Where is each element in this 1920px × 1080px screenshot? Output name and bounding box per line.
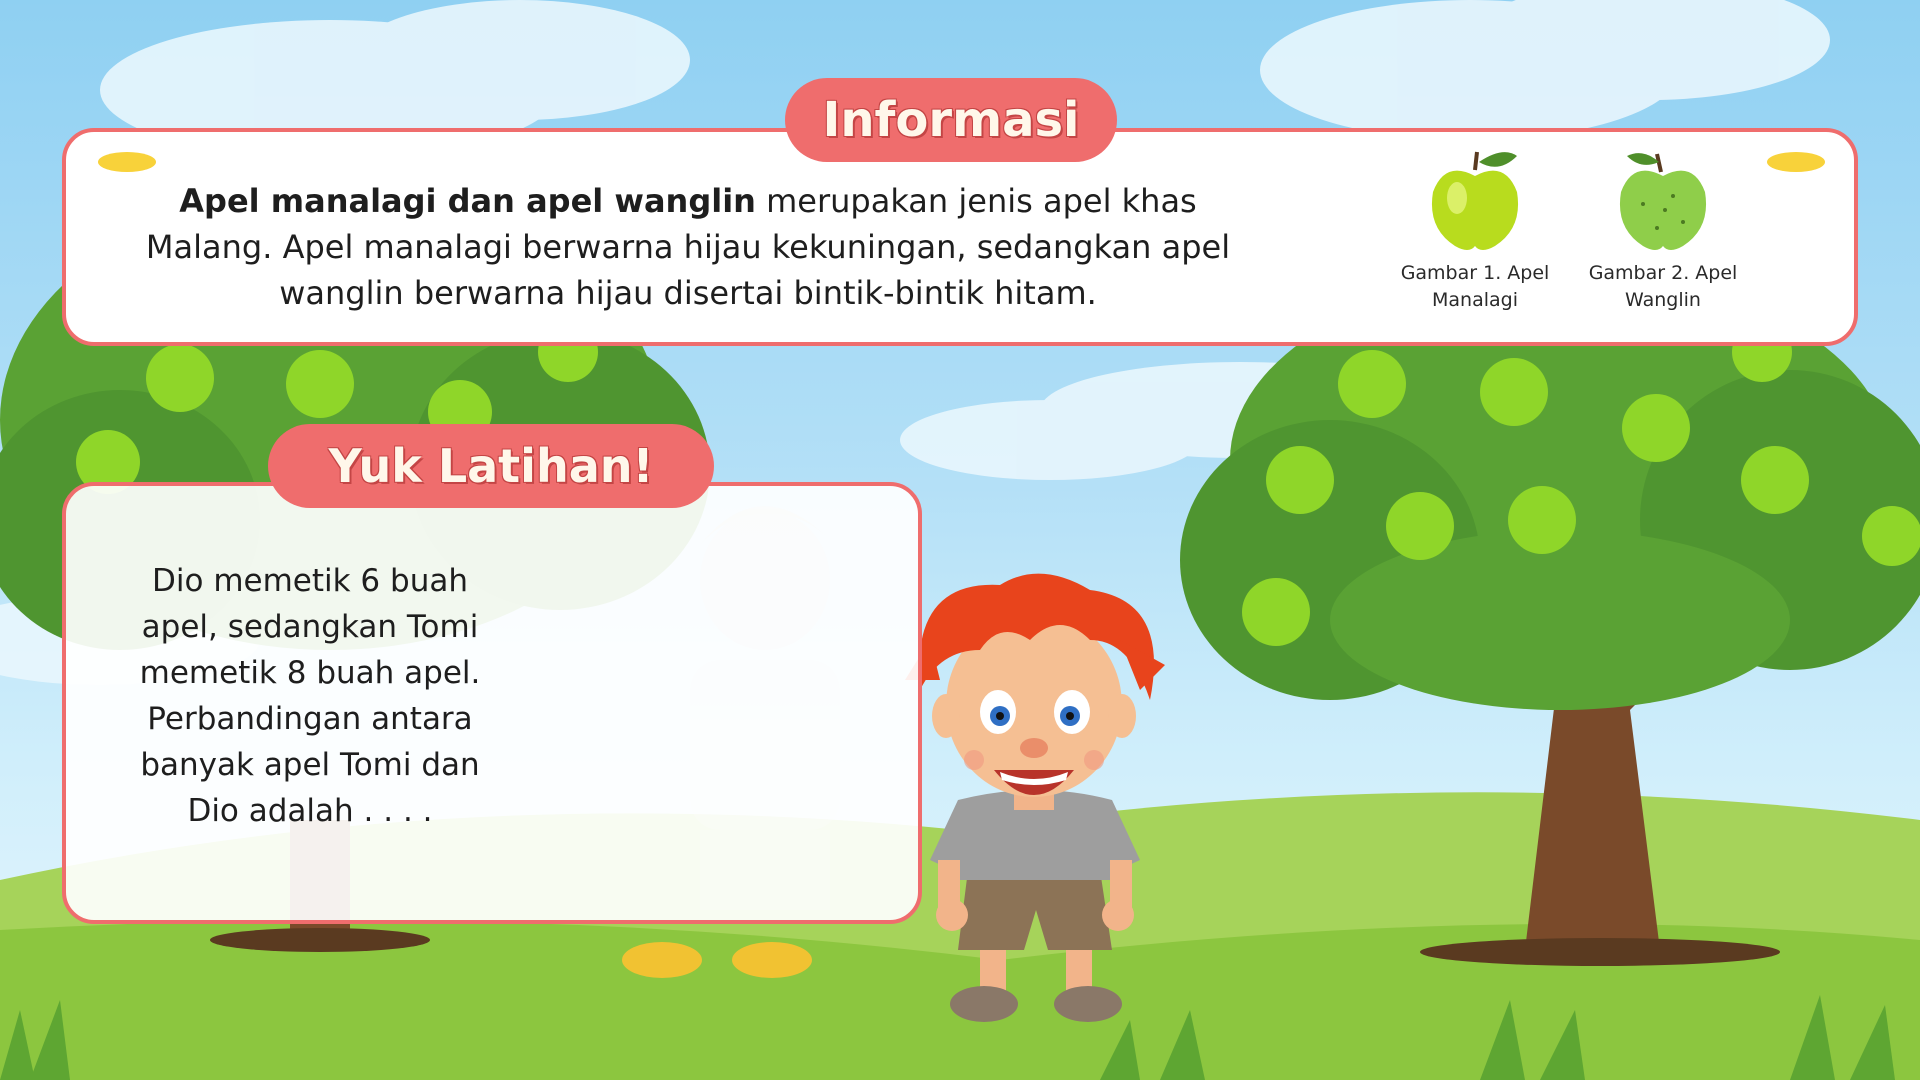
exercise-question: Dio memetik 6 buah apel, sedangkan Tomi …: [139, 563, 481, 829]
figure-1-caption: Gambar 1. Apel Manalagi: [1390, 260, 1560, 314]
figure-2-caption-line-1: Gambar 2. Apel: [1588, 262, 1738, 284]
figure-2-caption-line-2: Wanglin: [1625, 289, 1701, 311]
info-title: Informasi: [785, 78, 1117, 162]
manalagi-apple-icon: [1431, 151, 1519, 250]
decorative-pill-left: [98, 152, 156, 172]
slide: Informasi Apel manalagi dan apel wanglin…: [0, 0, 1920, 1080]
info-text-bold: Apel manalagi dan apel wanglin: [179, 182, 756, 220]
figure-manalagi: Gambar 1. Apel Manalagi: [1390, 148, 1560, 314]
wanglin-apple-icon: [1619, 153, 1707, 250]
figure-2-caption: Gambar 2. Apel Wanglin: [1578, 260, 1748, 314]
figure-1-caption-line-1: Gambar 1. Apel: [1400, 262, 1550, 284]
figure-wanglin: Gambar 2. Apel Wanglin: [1578, 148, 1748, 314]
info-paragraph: Apel manalagi dan apel wanglin merupakan…: [118, 178, 1258, 316]
exercise-title: Yuk Latihan!: [268, 424, 714, 508]
decorative-pill-right: [1767, 152, 1825, 172]
figure-1-caption-line-2: Manalagi: [1432, 289, 1518, 311]
